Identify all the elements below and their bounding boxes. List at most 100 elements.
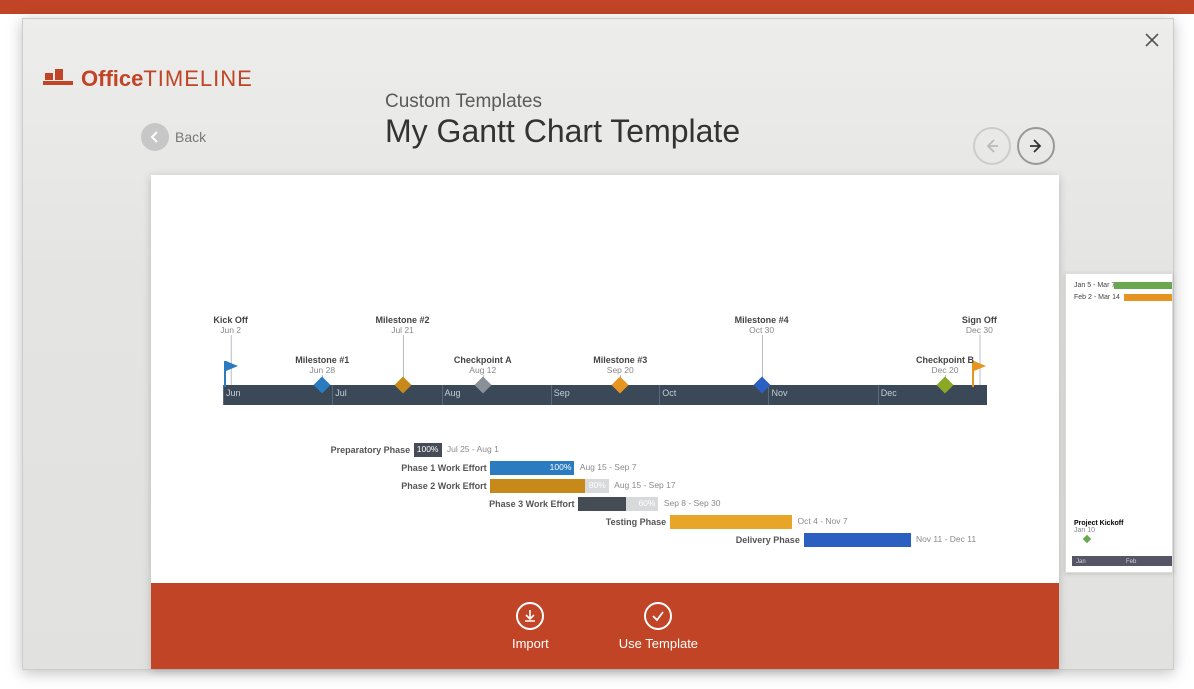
- milestone-name: Checkpoint A: [454, 355, 512, 365]
- task-row: Delivery Phase Nov 11 - Dec 11: [223, 533, 987, 550]
- template-preview: Jun Jul Aug Sep Oct Nov Dec Kick OffJun 2 Milest…: [151, 175, 1059, 669]
- side-kickoff-label: Project Kickoff: [1074, 520, 1123, 527]
- month-label: Jul: [332, 388, 347, 398]
- milestone-date: Sep 20: [593, 365, 647, 375]
- diamond-icon: [316, 379, 328, 391]
- milestone-date: Dec 20: [916, 365, 974, 375]
- month-label: Aug: [442, 388, 461, 398]
- diamond-icon: [614, 379, 626, 391]
- diamond-icon: [756, 379, 768, 391]
- milestone: Checkpoint AAug 12: [454, 355, 512, 375]
- logo-icon: [43, 65, 73, 92]
- task-bar: 60%: [578, 497, 658, 511]
- preview-nav: [973, 127, 1055, 165]
- diamond-icon: [477, 379, 489, 391]
- milestone: Sign OffDec 30: [962, 315, 997, 335]
- logo-product: TIMELINE: [143, 66, 252, 91]
- milestone-name: Sign Off: [962, 315, 997, 325]
- milestone-name: Milestone #2: [376, 315, 430, 325]
- milestone: Milestone #4Oct 30: [735, 315, 789, 335]
- template-picker-modal: OfficeTIMELINE Back Custom Templates My …: [22, 18, 1174, 670]
- side-month: Jan: [1076, 559, 1086, 565]
- milestone: Milestone #3Sep 20: [593, 355, 647, 375]
- template-title: My Gantt Chart Template: [385, 113, 740, 150]
- task-bar: 100%: [414, 443, 442, 457]
- gantt-tasks: Preparatory Phase 100% Jul 25 - Aug 1 Phase…: [223, 443, 987, 550]
- task-percent: 100%: [550, 462, 572, 472]
- back-button[interactable]: Back: [141, 123, 206, 151]
- milestone-date: Oct 30: [735, 325, 789, 335]
- task-bar: 100%: [490, 461, 574, 475]
- task-percent: 100%: [417, 444, 439, 454]
- arrow-right-icon: [1027, 137, 1045, 155]
- milestone-date: Jun 28: [295, 365, 349, 375]
- actions-bar: Import Use Template: [151, 583, 1059, 669]
- logo-brand: Office: [81, 66, 143, 91]
- app-top-accent: [0, 0, 1194, 14]
- template-category: Custom Templates: [385, 91, 740, 113]
- task-row: Preparatory Phase 100% Jul 25 - Aug 1: [223, 443, 987, 460]
- task-bar: 80%: [490, 479, 608, 493]
- task-dates: Aug 15 - Sep 17: [614, 480, 675, 490]
- flag-icon: [972, 361, 986, 387]
- milestone-name: Kick Off: [213, 315, 248, 325]
- month-label: Sep: [551, 388, 570, 398]
- arrow-left-icon: [983, 137, 1001, 155]
- next-template-button[interactable]: [1017, 127, 1055, 165]
- template-header: Custom Templates My Gantt Chart Template: [385, 91, 740, 150]
- back-label: Back: [175, 129, 206, 145]
- task-name: Phase 3 Work Effort: [489, 499, 574, 509]
- use-template-button[interactable]: Use Template: [619, 602, 698, 651]
- task-percent: 80%: [589, 480, 606, 490]
- milestone: Kick OffJun 2: [213, 315, 248, 335]
- task-dates: Sep 8 - Sep 30: [664, 498, 721, 508]
- milestone-date: Dec 30: [962, 325, 997, 335]
- import-icon: [516, 602, 544, 630]
- milestone-date: Jul 21: [376, 325, 430, 335]
- diamond-icon: [397, 379, 409, 391]
- check-icon: [644, 602, 672, 630]
- milestone: Checkpoint BDec 20: [916, 355, 974, 375]
- milestone-date: Jun 2: [213, 325, 248, 335]
- milestone: Milestone #1Jun 28: [295, 355, 349, 375]
- task-dates: Aug 15 - Sep 7: [580, 462, 637, 472]
- task-bar: [670, 515, 792, 529]
- milestone: Milestone #2Jul 21: [376, 315, 430, 335]
- close-icon: [1145, 33, 1159, 47]
- task-dates: Oct 4 - Nov 7: [798, 516, 848, 526]
- side-month: Feb: [1126, 559, 1136, 565]
- gantt-chart: Jun Jul Aug Sep Oct Nov Dec Kick OffJun 2 Milest…: [151, 175, 1059, 583]
- month-label: Jun: [223, 388, 241, 398]
- milestone-name: Milestone #4: [735, 315, 789, 325]
- task-name: Testing Phase: [606, 517, 666, 527]
- import-label: Import: [512, 636, 549, 651]
- task-name: Phase 2 Work Effort: [401, 481, 486, 491]
- milestone-name: Milestone #1: [295, 355, 349, 365]
- next-template-thumbnail[interactable]: Jan 5 - Mar 7 Feb 2 - Mar 14 Project Kick…: [1065, 273, 1173, 573]
- task-name: Preparatory Phase: [331, 445, 411, 455]
- side-diamond-icon: [1083, 535, 1091, 543]
- task-dates: Jul 25 - Aug 1: [447, 444, 499, 454]
- close-button[interactable]: [1145, 31, 1159, 51]
- month-label: Dec: [878, 388, 897, 398]
- milestone-name: Checkpoint B: [916, 355, 974, 365]
- flag-icon: [224, 361, 238, 387]
- prev-template-button: [973, 127, 1011, 165]
- milestone-name: Milestone #3: [593, 355, 647, 365]
- task-dates: Nov 11 - Dec 11: [916, 534, 976, 544]
- task-bar: [804, 533, 911, 547]
- back-arrow-icon: [141, 123, 169, 151]
- product-logo: OfficeTIMELINE: [43, 65, 253, 92]
- import-button[interactable]: Import: [512, 602, 549, 651]
- task-row: Testing Phase Oct 4 - Nov 7: [223, 515, 987, 532]
- timeline: JunJulAugSepOctNovDecKick OffJun 2Milest…: [223, 315, 987, 405]
- side-timeline-bar: [1072, 556, 1172, 566]
- side-task-row: Jan 5 - Mar 7: [1074, 282, 1166, 291]
- task-percent: 60%: [638, 498, 655, 508]
- month-label: Oct: [659, 388, 676, 398]
- task-name: Phase 1 Work Effort: [401, 463, 486, 473]
- month-label: Nov: [768, 388, 787, 398]
- diamond-icon: [939, 379, 951, 391]
- side-task-row: Feb 2 - Mar 14: [1074, 294, 1166, 303]
- task-name: Delivery Phase: [736, 535, 800, 545]
